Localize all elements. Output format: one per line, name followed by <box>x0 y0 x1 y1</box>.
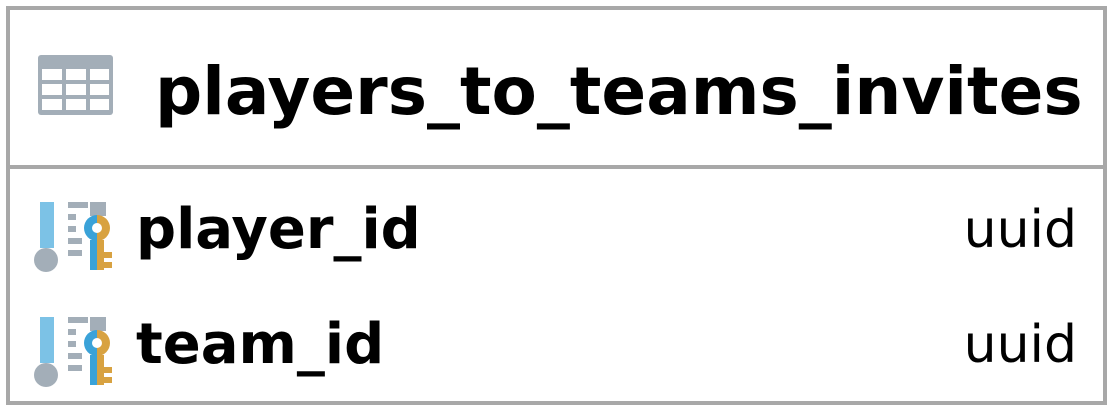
header-divider <box>10 165 1103 169</box>
table-entity[interactable]: players_to_teams_invites player_id uuid <box>6 6 1107 405</box>
column-type: uuid <box>963 200 1077 260</box>
primary-foreign-key-column-icon <box>34 202 112 272</box>
column-name: team_id <box>136 312 385 377</box>
table-grid-icon <box>38 55 113 115</box>
table-title: players_to_teams_invites <box>155 53 1083 130</box>
column-name: player_id <box>136 197 421 262</box>
column-row-team-id[interactable]: team_id uuid <box>10 289 1103 389</box>
column-row-player-id[interactable]: player_id uuid <box>10 174 1103 274</box>
primary-foreign-key-column-icon <box>34 317 112 387</box>
column-type: uuid <box>963 315 1077 375</box>
table-header[interactable]: players_to_teams_invites <box>10 10 1103 165</box>
